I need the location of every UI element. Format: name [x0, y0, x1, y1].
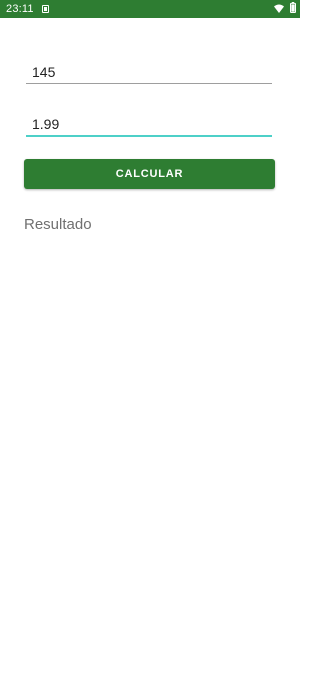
second-number-underline — [26, 135, 272, 137]
first-number-field[interactable] — [26, 61, 272, 84]
calculate-button[interactable]: CALCULAR — [24, 159, 275, 189]
first-number-input[interactable] — [26, 61, 272, 83]
status-time: 23:11 — [6, 3, 34, 15]
notification-icon — [41, 5, 49, 13]
first-number-underline — [26, 83, 272, 84]
battery-icon — [290, 0, 296, 18]
status-icons — [274, 0, 296, 18]
second-number-field[interactable] — [26, 113, 272, 137]
status-bar: 23:11 — [0, 0, 300, 18]
result-label: Resultado — [24, 216, 92, 233]
second-number-input[interactable] — [26, 113, 272, 135]
wifi-icon — [274, 0, 284, 18]
